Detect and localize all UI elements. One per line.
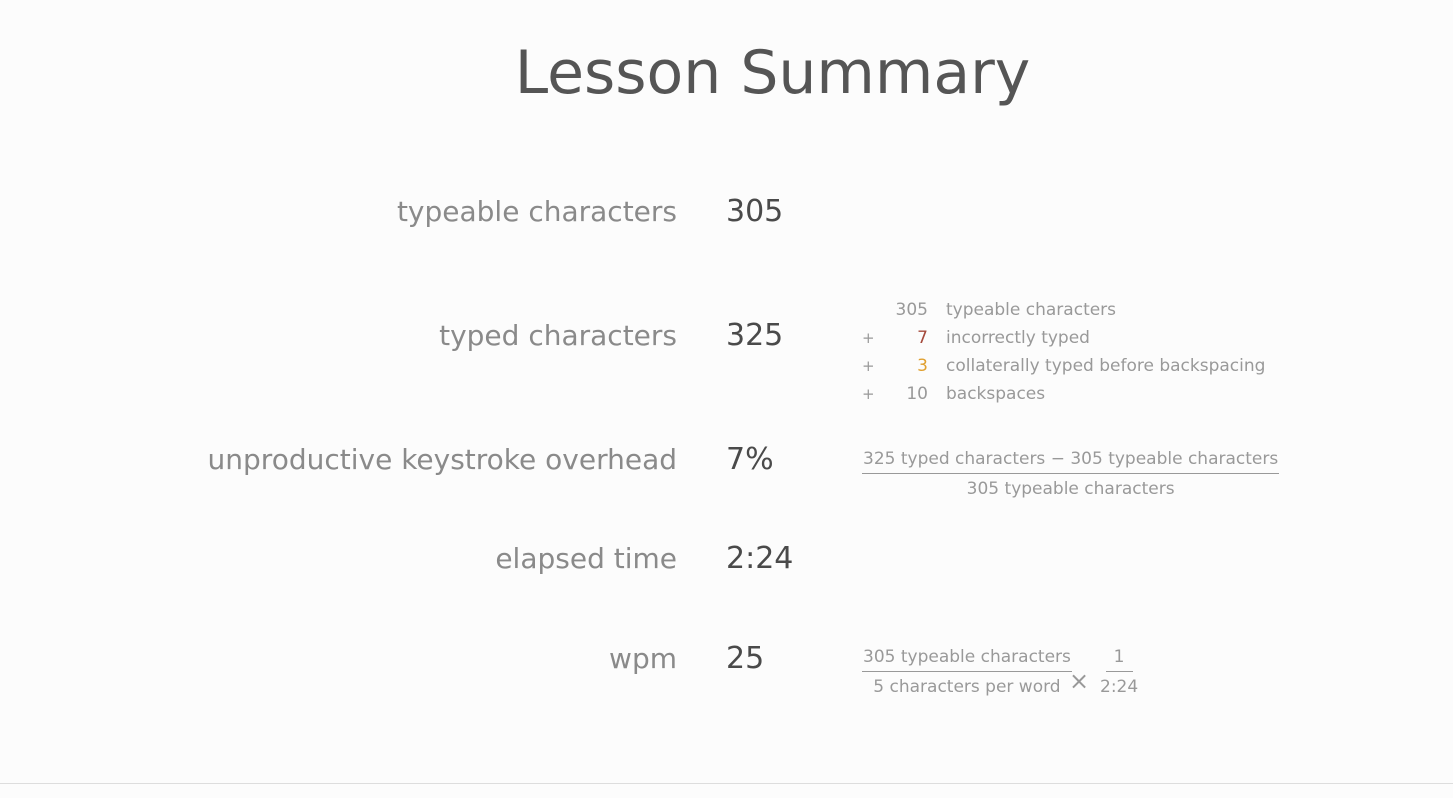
overhead-formula-numerator: 325 typed characters − 305 typeable char… bbox=[862, 449, 1280, 474]
overhead-formula-denominator: 305 typeable characters bbox=[966, 479, 1175, 499]
breakdown-number: 7 bbox=[917, 328, 928, 348]
page-title: Lesson Summary bbox=[514, 38, 1031, 108]
breakdown-number: 305 bbox=[895, 300, 928, 320]
stat-value-elapsed-time: 2:24 bbox=[726, 541, 794, 576]
breakdown-text: backspaces bbox=[946, 384, 1046, 404]
stat-value-typeable-characters: 305 bbox=[726, 194, 784, 229]
breakdown-row: + 10 backspaces bbox=[862, 380, 1265, 408]
wpm-formula-numerator-1: 305 typeable characters bbox=[862, 647, 1072, 672]
breakdown-sign: + bbox=[862, 357, 875, 375]
breakdown-text: incorrectly typed bbox=[946, 328, 1090, 348]
typed-characters-breakdown: 305 typeable characters + 7 incorrectly … bbox=[862, 296, 1265, 408]
wpm-formula-denominator-1: 5 characters per word bbox=[873, 677, 1061, 697]
breakdown-row: 305 typeable characters bbox=[862, 296, 1265, 324]
stat-label-typed-characters: typed characters bbox=[439, 319, 677, 352]
wpm-formula-fraction-2: 1 2:24 bbox=[1100, 647, 1138, 697]
lesson-summary-page: Lesson Summary typeable characters 305 t… bbox=[0, 0, 1453, 798]
stat-value-typed-characters: 325 bbox=[726, 318, 784, 353]
breakdown-row: + 3 collaterally typed before backspacin… bbox=[862, 352, 1265, 380]
breakdown-sign: + bbox=[862, 385, 875, 403]
breakdown-number: 3 bbox=[917, 356, 928, 376]
wpm-formula-fraction-1: 305 typeable characters 5 characters per… bbox=[862, 647, 1072, 697]
breakdown-number: 10 bbox=[906, 384, 928, 404]
breakdown-text: typeable characters bbox=[946, 300, 1117, 320]
breakdown-text: collaterally typed before backspacing bbox=[946, 356, 1266, 376]
stat-label-typeable-characters: typeable characters bbox=[396, 195, 677, 228]
multiply-icon: × bbox=[1069, 667, 1090, 695]
breakdown-sign: + bbox=[862, 329, 875, 347]
stat-label-wpm: wpm bbox=[609, 642, 677, 675]
wpm-formula-denominator-2: 2:24 bbox=[1100, 677, 1139, 697]
stat-value-wpm: 25 bbox=[726, 641, 765, 676]
stat-value-keystroke-overhead: 7% bbox=[726, 442, 774, 477]
breakdown-row: + 7 incorrectly typed bbox=[862, 324, 1265, 352]
wpm-formula-numerator-2: 1 bbox=[1105, 647, 1133, 672]
stat-label-keystroke-overhead: unproductive keystroke overhead bbox=[207, 443, 677, 476]
stat-label-elapsed-time: elapsed time bbox=[495, 542, 677, 575]
footer-divider bbox=[0, 783, 1453, 784]
overhead-formula-fraction: 325 typed characters − 305 typeable char… bbox=[862, 449, 1280, 499]
